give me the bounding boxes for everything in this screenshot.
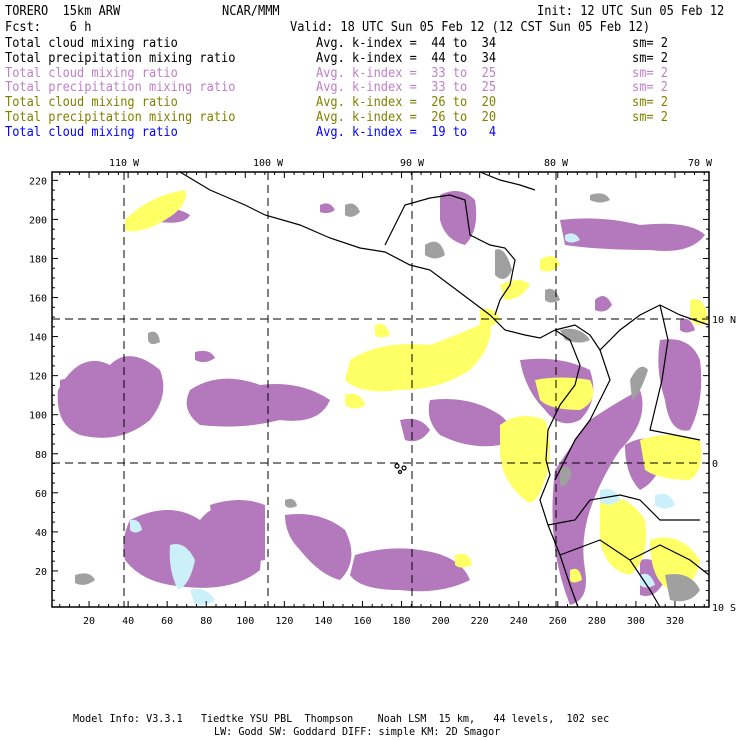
y-tick-label: 100 bbox=[29, 411, 47, 422]
x-tick-label: 180 bbox=[393, 616, 411, 627]
x-tick-label: 240 bbox=[510, 616, 528, 627]
map-plot: 20 40 60 80 100 120 140 160 180 200 220 240 260 280 30… bbox=[29, 158, 736, 627]
longitude-label: 80 W bbox=[544, 158, 569, 169]
x-tick-label: 220 bbox=[471, 616, 489, 627]
x-tick-label: 120 bbox=[275, 616, 293, 627]
latitude-label: 10 S bbox=[712, 603, 736, 614]
y-tick-label: 140 bbox=[29, 333, 47, 344]
y-tick-label: 180 bbox=[29, 254, 47, 265]
x-tick-label: 140 bbox=[314, 616, 332, 627]
y-tick-label: 120 bbox=[29, 372, 47, 383]
longitude-label: 110 W bbox=[109, 158, 140, 169]
x-tick-label: 320 bbox=[666, 616, 684, 627]
x-tick-label: 260 bbox=[549, 616, 567, 627]
footer-physics: LW: Godd SW: Goddard DIFF: simple KM: 2D… bbox=[214, 725, 501, 738]
y-tick-label: 20 bbox=[35, 567, 47, 578]
x-tick-label: 20 bbox=[83, 616, 95, 627]
longitude-label: 100 W bbox=[253, 158, 284, 169]
footer-model-info: Model Info: V3.3.1 Tiedtke YSU PBL Thomp… bbox=[73, 712, 610, 725]
y-tick-label: 40 bbox=[35, 528, 47, 539]
longitude-label: 90 W bbox=[400, 158, 425, 169]
x-tick-label: 300 bbox=[627, 616, 645, 627]
y-tick-label: 220 bbox=[29, 176, 47, 187]
x-tick-label: 40 bbox=[122, 616, 134, 627]
x-tick-label: 280 bbox=[588, 616, 606, 627]
x-tick-label: 200 bbox=[432, 616, 450, 627]
latitude-label: 10 N bbox=[712, 315, 736, 326]
y-tick-label: 200 bbox=[29, 215, 47, 226]
x-tick-label: 160 bbox=[353, 616, 371, 627]
x-tick-label: 100 bbox=[236, 616, 254, 627]
latitude-label: 0 bbox=[712, 459, 718, 470]
longitude-label: 70 W bbox=[688, 158, 713, 169]
x-tick-label: 80 bbox=[200, 616, 212, 627]
y-tick-label: 160 bbox=[29, 294, 47, 305]
weather-map-page: TORERO 15km ARW NCAR/MMM Init: 12 UTC Su… bbox=[0, 0, 740, 740]
y-tick-label: 60 bbox=[35, 489, 47, 500]
x-tick-label: 60 bbox=[161, 616, 173, 627]
cloud-fields bbox=[57, 190, 708, 606]
y-tick-label: 80 bbox=[35, 450, 47, 461]
